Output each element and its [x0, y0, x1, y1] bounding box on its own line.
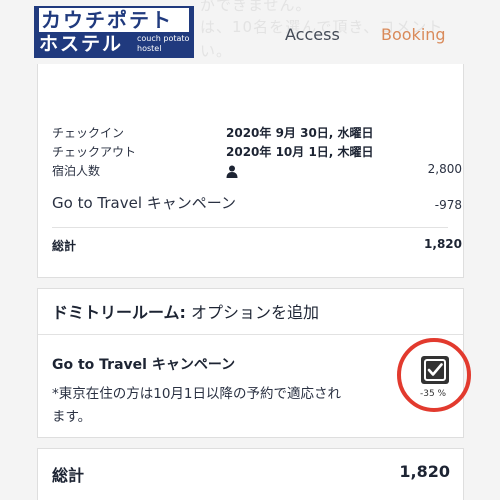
logo-subtitle-line1: couch potato [137, 34, 190, 43]
checkin-value: 2020年 9月 30日, 水曜日 [226, 126, 374, 140]
logo-subtitle: couch potato hostel [137, 34, 189, 54]
option-campaign-note-line1: *東京在住の方は10月1日以降の予約で適応され [52, 386, 342, 402]
guests-label: 宿泊人数 [52, 164, 101, 178]
option-title: ドミトリールーム: オプションを追加 [52, 299, 319, 323]
site-header: カウチポテト ホステル couch potato hostel Access B… [0, 0, 500, 60]
person-icon [226, 163, 238, 178]
summary-total-value: 1,820 [424, 237, 462, 251]
campaign-checkbox[interactable] [421, 356, 449, 384]
checkout-label: チェックアウト [52, 145, 137, 159]
booking-summary-card [37, 64, 464, 278]
logo-text-line1: カウチポテト [39, 8, 189, 32]
checkout-value: 2020年 10月 1日, 木曜日 [226, 145, 374, 159]
campaign-discount-value: -978 [434, 198, 462, 212]
logo-subtitle-line2: hostel [137, 44, 162, 53]
summary-divider [52, 227, 448, 228]
option-divider [38, 334, 463, 335]
grand-total-value: 1,820 [399, 462, 450, 481]
option-discount-percent: -35 % [420, 389, 447, 399]
grand-total-label: 総計 [52, 466, 85, 485]
campaign-label: Go to Travel キャンペーン [52, 194, 237, 212]
checkin-label: チェックイン [52, 126, 125, 140]
summary-total-label: 総計 [52, 239, 77, 253]
check-icon [424, 359, 446, 381]
option-campaign-title: Go to Travel キャンペーン [52, 357, 236, 373]
option-campaign-note-line2: ます。 [52, 409, 92, 425]
option-title-room: ドミトリールーム: [52, 303, 186, 322]
nav-link-booking[interactable]: Booking [381, 25, 446, 44]
option-title-text: オプションを追加 [185, 303, 320, 322]
site-logo[interactable]: カウチポテト ホステル couch potato hostel [34, 6, 194, 58]
nav-link-access[interactable]: Access [285, 25, 340, 44]
guests-price: 2,800 [427, 162, 462, 176]
logo-text-line2: ホステル [39, 33, 124, 55]
